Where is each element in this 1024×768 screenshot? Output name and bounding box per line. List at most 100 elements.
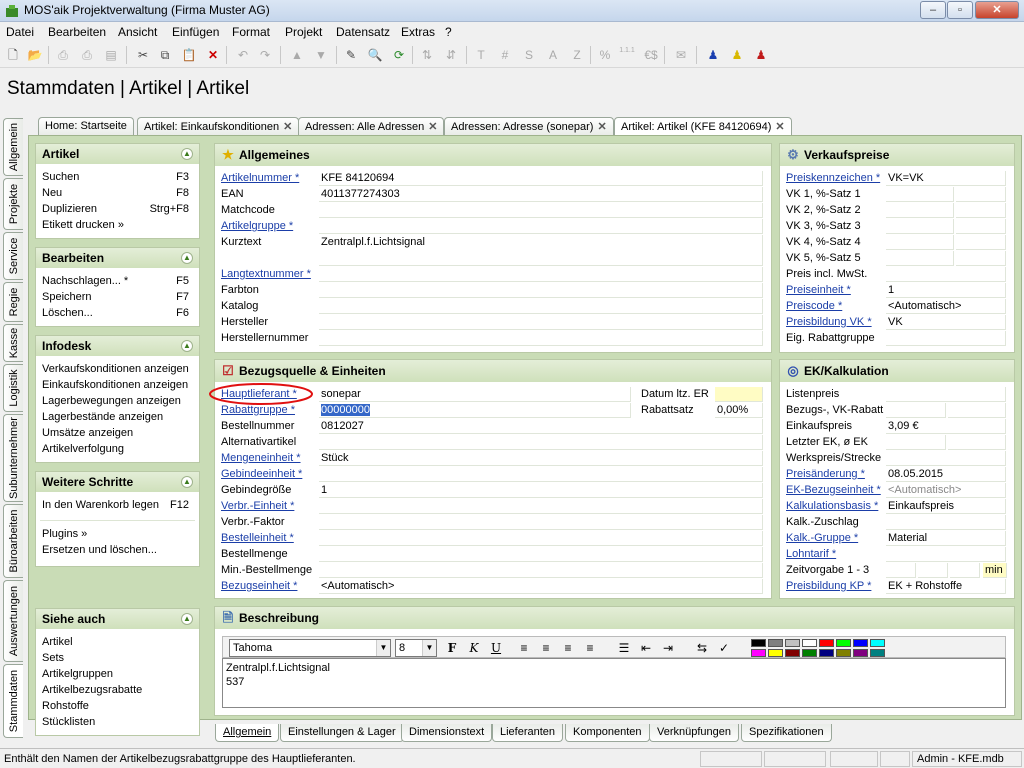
sidebar-item-lagerbewegungen[interactable]: Lagerbewegungen anzeigen — [36, 394, 199, 410]
export-icon[interactable]: ▤ — [102, 46, 120, 64]
bottom-tab-allgemein[interactable]: Allgemein — [215, 724, 280, 742]
field-label[interactable]: Gebindeeinheit * — [215, 467, 319, 483]
field-value[interactable] — [886, 387, 1006, 402]
field-value[interactable]: 00000000 — [319, 403, 631, 418]
field-value[interactable] — [319, 331, 763, 346]
menu-format[interactable]: Format — [232, 25, 270, 39]
field-value[interactable] — [319, 203, 763, 218]
text-s-button[interactable]: S — [520, 46, 538, 64]
redo-icon[interactable]: ↷ — [256, 46, 274, 64]
arrow-up-icon[interactable]: ▲ — [288, 46, 306, 64]
panel-header[interactable]: ◎ EK/Kalkulation — [780, 360, 1014, 382]
field-value[interactable]: 4011377274303 — [319, 187, 763, 202]
delete-icon[interactable]: ✕ — [204, 46, 222, 64]
new-file-icon[interactable]: 🗋 — [4, 46, 22, 64]
field-label[interactable]: Langtextnummer * — [215, 267, 319, 283]
field-value[interactable] — [948, 435, 1006, 450]
tab-alle-adressen[interactable]: Adressen: Alle Adressen ✕ — [298, 117, 445, 135]
field-value[interactable] — [319, 283, 763, 298]
field-value[interactable] — [886, 251, 954, 266]
menu-bearbeiten[interactable]: Bearbeiten — [48, 25, 106, 39]
chevron-up-icon[interactable]: ▲ — [181, 613, 193, 625]
percent-button[interactable]: % — [596, 46, 614, 64]
sidebar-section-header[interactable]: Artikel ▲ — [36, 144, 199, 164]
text-z-button[interactable]: Z — [568, 46, 586, 64]
chevron-down-icon[interactable]: ▼ — [376, 640, 390, 656]
field-value[interactable]: <Automatisch> — [319, 579, 763, 594]
color-swatch[interactable] — [870, 639, 885, 647]
sidebar-item-nachschlagen[interactable]: Nachschlagen... * F5 — [36, 274, 199, 290]
menu-datensatz[interactable]: Datensatz — [336, 25, 390, 39]
panel-header[interactable]: ☑ Bezugsquelle & Einheiten — [215, 360, 771, 382]
field-value[interactable]: EK + Rohstoffe — [886, 579, 1006, 594]
field-value[interactable] — [886, 219, 954, 234]
bottom-tab-komponenten[interactable]: Komponenten — [565, 724, 650, 742]
field-value[interactable] — [319, 515, 763, 530]
field-label[interactable]: Lohntarif * — [780, 547, 886, 563]
close-tab-icon[interactable]: ✕ — [283, 121, 292, 133]
italic-button[interactable]: K — [465, 640, 483, 656]
bullet-list-icon[interactable]: ☰ — [615, 640, 633, 656]
menu-ansicht[interactable]: Ansicht — [118, 25, 157, 39]
field-label[interactable]: EK-Bezugseinheit * — [780, 483, 886, 499]
sidebar-link-artikelbezugsrabatte[interactable]: Artikelbezugsrabatte — [36, 683, 199, 699]
field-label[interactable]: Mengeneinheit * — [215, 451, 319, 467]
field-label[interactable]: Preiseinheit * — [780, 283, 886, 299]
panel-header[interactable]: 🗎 Beschreibung — [215, 607, 1014, 629]
paste-icon[interactable]: 📋 — [180, 46, 198, 64]
menu-projekt[interactable]: Projekt — [285, 25, 322, 39]
color-swatch[interactable] — [870, 649, 885, 657]
tab-home[interactable]: Home: Startseite — [38, 117, 134, 135]
sidebar-item-suchen[interactable]: Suchen F3 — [36, 170, 199, 186]
arrow-down-icon[interactable]: ▼ — [312, 46, 330, 64]
field-value[interactable] — [886, 547, 1006, 562]
field-value[interactable]: KFE 84120694 — [319, 171, 763, 186]
field-value[interactable]: 3,09 € — [886, 419, 1006, 434]
user-red-icon[interactable]: ♟ — [752, 46, 770, 64]
field-value[interactable] — [319, 219, 763, 234]
open-folder-icon[interactable]: 📂 — [26, 46, 44, 64]
text-a-button[interactable]: A — [544, 46, 562, 64]
color-swatch[interactable] — [819, 639, 834, 647]
chevron-up-icon[interactable]: ▲ — [181, 252, 193, 264]
bottom-tab-lieferanten[interactable]: Lieferanten — [492, 724, 564, 742]
find-icon[interactable]: 🔍 — [366, 46, 384, 64]
field-value[interactable] — [886, 403, 946, 418]
color-swatch[interactable] — [785, 639, 800, 647]
copy-icon[interactable]: ⧉ — [156, 46, 174, 64]
close-tab-icon[interactable]: ✕ — [597, 121, 606, 133]
outdent-icon[interactable]: ⇤ — [637, 640, 655, 656]
sidebar-item-speichern[interactable]: Speichern F7 — [36, 290, 199, 306]
sidebar-section-header[interactable]: Bearbeiten ▲ — [36, 248, 199, 268]
field-value[interactable] — [886, 451, 1006, 466]
numbering-button[interactable]: 1.1.1 — [618, 46, 636, 64]
menu-help[interactable]: ? — [445, 25, 452, 39]
field-value[interactable] — [886, 331, 1006, 346]
field-value[interactable] — [886, 563, 916, 578]
field-value[interactable] — [950, 563, 980, 578]
vtab-bueroarbeiten[interactable]: Büroarbeiten — [3, 504, 23, 578]
field-value[interactable]: <Automatisch> — [886, 483, 1006, 498]
field-label[interactable]: Kalk.-Gruppe * — [780, 531, 886, 547]
sidebar-item-plugins[interactable]: Plugins » — [36, 527, 199, 543]
sidebar-item-lagerbestaende[interactable]: Lagerbestände anzeigen — [36, 410, 199, 426]
text-t-button[interactable]: T — [472, 46, 490, 64]
sidebar-section-header[interactable]: Siehe auch ▲ — [36, 609, 199, 629]
color-swatch[interactable] — [836, 639, 851, 647]
field-value[interactable]: Zentralpl.f.Lichtsignal — [319, 235, 763, 266]
color-swatch[interactable] — [751, 649, 766, 657]
chevron-down-icon[interactable]: ▼ — [422, 640, 436, 656]
mail-icon[interactable]: ✉ — [672, 46, 690, 64]
rabattsatz-field[interactable]: 0,00% — [715, 403, 763, 418]
sidebar-section-header[interactable]: Weitere Schritte ▲ — [36, 472, 199, 492]
field-value[interactable]: Einkaufspreis — [886, 499, 1006, 514]
chevron-up-icon[interactable]: ▲ — [181, 148, 193, 160]
field-label[interactable]: Artikelnummer * — [215, 171, 319, 187]
refresh-icon[interactable]: ⟳ — [390, 46, 408, 64]
sidebar-item-warenkorb[interactable]: In den Warenkorb legen F12 — [36, 498, 199, 514]
field-label[interactable]: Preisbildung KP * — [780, 579, 886, 595]
sidebar-item-verkaufskonditionen[interactable]: Verkaufskonditionen anzeigen — [36, 362, 199, 378]
print-icon[interactable]: ⎙ — [78, 46, 96, 64]
bottom-tab-verknuepfungen[interactable]: Verknüpfungen — [649, 724, 740, 742]
field-label[interactable]: Bezugseinheit * — [215, 579, 319, 595]
